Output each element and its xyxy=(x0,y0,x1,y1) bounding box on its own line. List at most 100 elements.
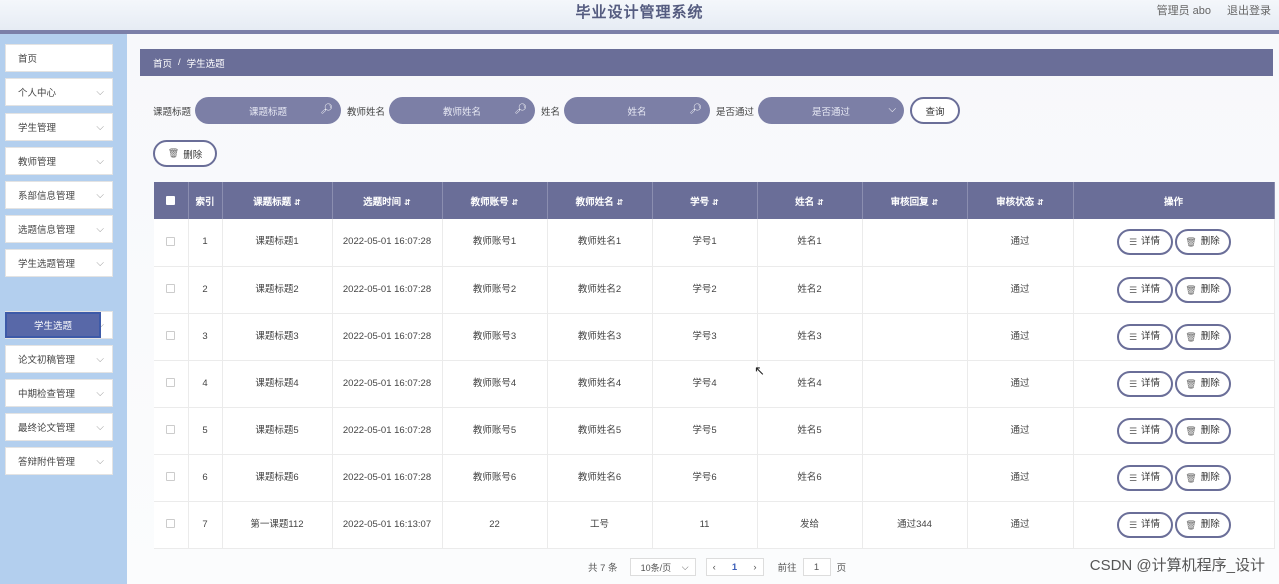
topic-filter-label: 课题标题 xyxy=(153,106,192,118)
row-checkbox[interactable] xyxy=(166,237,176,247)
sidebar-item[interactable]: 选题信息管理 ⌵ xyxy=(5,215,113,243)
topic-search-input[interactable]: 课题标题 🔎︎ xyxy=(195,97,342,124)
column-header-label: 教师姓名 xyxy=(575,196,614,208)
sort-icon[interactable]: ⇵ xyxy=(404,198,411,207)
row-checkbox[interactable] xyxy=(166,331,176,341)
row-actions: ☰ 详情 🗑︎ 删除 xyxy=(1073,360,1275,408)
sort-icon[interactable]: ⇵ xyxy=(617,198,624,207)
batch-delete-button[interactable]: 🗑︎ 删除 xyxy=(153,140,217,167)
next-page-icon[interactable]: › xyxy=(753,562,756,573)
row-actions: ☰ 详情 🗑︎ 删除 xyxy=(1073,454,1275,502)
row-checkbox[interactable] xyxy=(166,378,176,388)
sidebar-item[interactable]: 个人中心 ⌵ xyxy=(5,78,113,106)
current-page[interactable]: 1 xyxy=(732,562,737,573)
row-checkbox[interactable] xyxy=(166,472,176,482)
detail-button[interactable]: ☰ 详情 xyxy=(1116,464,1173,491)
sort-icon[interactable]: ⇵ xyxy=(712,198,719,207)
delete-button[interactable]: 🗑︎ 删除 xyxy=(1174,229,1231,256)
cell-reply xyxy=(862,360,968,408)
breadcrumb-home[interactable]: 首页 xyxy=(153,56,172,70)
column-header[interactable]: 教师姓名 ⇵ xyxy=(547,182,653,219)
teacher-search-input[interactable]: 教师姓名 🔎︎ xyxy=(389,97,536,124)
sidebar-item-label: 答辩附件管理 xyxy=(18,457,76,468)
select-all-checkbox[interactable] xyxy=(166,195,176,205)
column-header[interactable]: 选题时间 ⇵ xyxy=(332,182,443,219)
sort-icon[interactable]: ⇵ xyxy=(294,198,301,207)
sidebar-subitem-student-topic[interactable]: 学生选题 xyxy=(5,312,101,338)
detail-button-label: 详情 xyxy=(1141,236,1161,248)
trash-icon: 🗑︎ xyxy=(1185,331,1197,342)
delete-button[interactable]: 🗑︎ 删除 xyxy=(1174,323,1231,350)
sidebar-item[interactable]: 教师管理 ⌵ xyxy=(5,147,113,175)
detail-button[interactable]: ☰ 详情 xyxy=(1116,229,1173,256)
delete-button[interactable]: 🗑︎ 删除 xyxy=(1174,276,1231,303)
trash-icon: 🗑︎ xyxy=(1185,425,1197,436)
sidebar-item-label: 教师管理 xyxy=(18,157,57,168)
name-search-placeholder: 姓名 xyxy=(627,106,647,118)
detail-button[interactable]: ☰ 详情 xyxy=(1116,276,1173,303)
cell-time: 2022-05-01 16:13:07 xyxy=(332,501,443,549)
delete-button-label: 删除 xyxy=(1200,283,1220,295)
column-header[interactable]: 审核状态 ⇵ xyxy=(967,182,1074,219)
cell-teacher-name: 教师姓名2 xyxy=(547,266,653,314)
delete-button[interactable]: 🗑︎ 删除 xyxy=(1174,417,1231,444)
row-checkbox[interactable] xyxy=(166,284,176,294)
detail-button[interactable]: ☰ 详情 xyxy=(1116,370,1173,397)
page-size-select[interactable]: 10条/页 ⌵ xyxy=(629,558,696,576)
sidebar-item[interactable]: 答辩附件管理 ⌵ xyxy=(5,447,113,475)
delete-button[interactable]: 🗑︎ 删除 xyxy=(1174,464,1231,491)
cell-teacher-name: 教师姓名6 xyxy=(547,454,653,502)
row-select-cell xyxy=(154,501,189,549)
cell-index: 7 xyxy=(188,501,223,549)
row-actions: ☰ 详情 🗑︎ 删除 xyxy=(1073,501,1275,549)
sidebar-item[interactable]: 学生选题管理 ⌵ xyxy=(5,249,113,277)
row-checkbox[interactable] xyxy=(166,425,176,435)
detail-button[interactable]: ☰ 详情 xyxy=(1116,323,1173,350)
row-actions: ☰ 详情 🗑︎ 删除 xyxy=(1073,219,1275,267)
delete-button[interactable]: 🗑︎ 删除 xyxy=(1174,511,1231,538)
detail-button[interactable]: ☰ 详情 xyxy=(1116,417,1173,444)
sort-icon[interactable]: ⇵ xyxy=(932,198,939,207)
chevron-down-icon: ⌵ xyxy=(96,223,104,235)
cell-reply xyxy=(862,454,968,502)
trash-icon: 🗑︎ xyxy=(1185,519,1197,530)
goto-page-input[interactable]: 1 xyxy=(802,558,831,576)
column-header[interactable]: 课题标题 ⇵ xyxy=(222,182,333,219)
cell-name: 姓名1 xyxy=(757,219,863,267)
logout-link[interactable]: 退出登录 xyxy=(1227,2,1271,18)
row-actions: ☰ 详情 🗑︎ 删除 xyxy=(1073,266,1275,314)
detail-button[interactable]: ☰ 详情 xyxy=(1116,511,1173,538)
column-header[interactable]: 学号 ⇵ xyxy=(652,182,758,219)
cell-status: 通过 xyxy=(967,454,1074,502)
sidebar-item[interactable]: 学生管理 ⌵ xyxy=(5,113,113,141)
cell-reply xyxy=(862,313,968,361)
query-button[interactable]: 查询 xyxy=(910,97,961,124)
detail-button-label: 详情 xyxy=(1141,330,1161,342)
sort-icon[interactable]: ⇵ xyxy=(512,198,519,207)
row-select-cell xyxy=(154,360,189,408)
sort-icon[interactable]: ⇵ xyxy=(817,198,824,207)
document-icon: ☰ xyxy=(1128,284,1138,295)
column-header[interactable]: 姓名 ⇵ xyxy=(757,182,863,219)
sidebar-item[interactable]: 首页 xyxy=(5,44,113,72)
teacher-search-placeholder: 教师姓名 xyxy=(443,106,482,118)
sort-icon[interactable]: ⇵ xyxy=(1037,198,1044,207)
pass-select[interactable]: 是否通过 ⌵ xyxy=(758,97,905,124)
cell-index: 4 xyxy=(188,360,223,408)
prev-page-icon[interactable]: ‹ xyxy=(713,562,716,573)
chevron-down-icon: ⌵ xyxy=(96,257,104,269)
column-header[interactable]: 审核回复 ⇵ xyxy=(862,182,968,219)
row-actions: ☰ 详情 🗑︎ 删除 xyxy=(1073,407,1275,455)
cell-time: 2022-05-01 16:07:28 xyxy=(332,407,443,455)
sidebar-item[interactable]: 论文初稿管理 ⌵ xyxy=(5,345,113,373)
delete-button[interactable]: 🗑︎ 删除 xyxy=(1174,370,1231,397)
name-search-input[interactable]: 姓名 🔎︎ xyxy=(564,97,711,124)
sidebar-item[interactable]: 系部信息管理 ⌵ xyxy=(5,181,113,209)
sidebar-item[interactable]: 中期检查管理 ⌵ xyxy=(5,379,113,407)
chevron-down-icon: ⌵ xyxy=(681,561,689,572)
row-checkbox[interactable] xyxy=(166,519,176,529)
delete-button-label: 删除 xyxy=(1200,377,1220,389)
column-header[interactable]: 教师账号 ⇵ xyxy=(442,182,548,219)
mouse-cursor-icon: ↖ xyxy=(754,363,765,378)
sidebar-item[interactable]: 最终论文管理 ⌵ xyxy=(5,413,113,441)
